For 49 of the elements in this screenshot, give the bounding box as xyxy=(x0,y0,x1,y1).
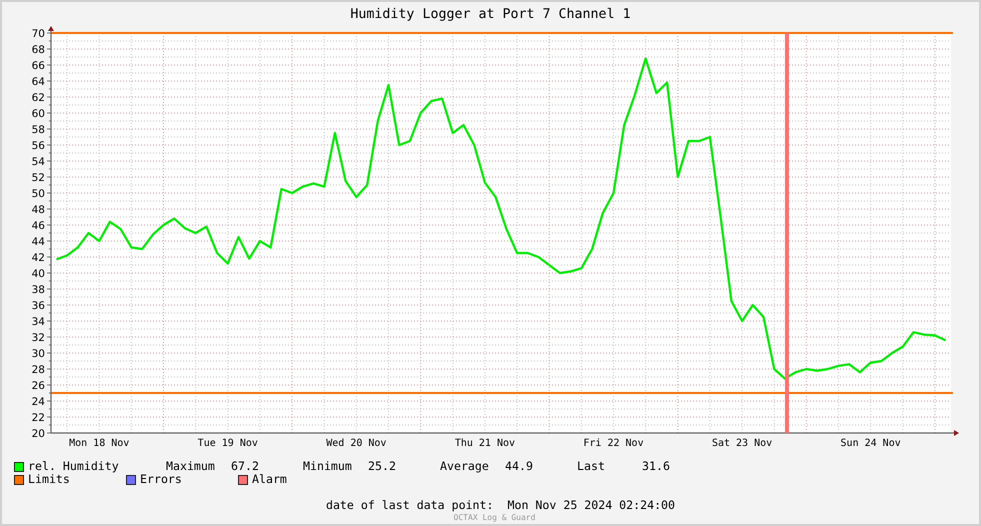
axis-label: 42 xyxy=(32,252,45,264)
axis-label: 22 xyxy=(32,412,45,424)
axis-label: 54 xyxy=(32,156,45,168)
axis-label: 62 xyxy=(32,92,45,104)
axis-label: Fri 22 Nov xyxy=(583,438,644,449)
axis-label: 32 xyxy=(32,332,45,344)
last-data-point-label: date of last data point: xyxy=(326,497,494,514)
axis-label: 20 xyxy=(32,428,45,440)
axis-label: 38 xyxy=(32,284,45,296)
legend-label: Errors xyxy=(140,473,183,486)
axis-label: Sat 23 Nov xyxy=(712,438,772,449)
legend-label: rel. Humidity xyxy=(28,460,120,473)
axis-label: 68 xyxy=(32,44,45,56)
axis-label: 44 xyxy=(32,236,45,248)
axis-label: 70 xyxy=(32,28,45,40)
stat-label: Minimum xyxy=(303,460,353,473)
axis-label: 50 xyxy=(32,188,45,200)
axis-label: 48 xyxy=(32,204,45,216)
axis-label: 46 xyxy=(32,220,45,232)
stat-value: 44.9 xyxy=(505,460,534,473)
legend-label: Alarm xyxy=(252,473,288,486)
axis-label: 56 xyxy=(32,140,45,152)
legend-label: Limits xyxy=(28,473,70,486)
stat-label: Average xyxy=(440,460,490,473)
axis-label: Wed 20 Nov xyxy=(326,438,386,449)
axis-label: 60 xyxy=(32,108,45,120)
axis-label: 24 xyxy=(32,396,45,408)
axis-label: 58 xyxy=(32,124,45,136)
stat-label: Last xyxy=(577,460,606,473)
axis-label: 36 xyxy=(32,300,45,312)
axis-label: 40 xyxy=(32,268,45,280)
stat-value: 31.6 xyxy=(642,460,671,473)
watermark: OCTAX Log & Guard xyxy=(452,514,536,522)
axis-label: 66 xyxy=(32,60,45,72)
axis-label: 34 xyxy=(32,316,45,328)
axis-label: 26 xyxy=(32,380,45,392)
last-data-point-date: Mon Nov 25 2024 02:24:00 xyxy=(508,497,676,514)
axis-label: Mon 18 Nov xyxy=(69,438,130,449)
chart-title: Humidity Logger at Port 7 Channel 1 xyxy=(349,6,632,24)
axis-label: 28 xyxy=(32,364,45,376)
axis-label: 64 xyxy=(32,76,45,88)
axis-label: 30 xyxy=(32,348,45,360)
axis-label: Sun 24 Nov xyxy=(840,438,901,449)
axis-label: 52 xyxy=(32,172,45,184)
stat-value: 67.2 xyxy=(231,460,260,473)
axis-label: Thu 21 Nov xyxy=(454,438,516,449)
stat-value: 25.2 xyxy=(368,460,397,473)
stat-label: Maximum xyxy=(166,460,216,473)
axis-label: Tue 19 Nov xyxy=(198,438,258,449)
